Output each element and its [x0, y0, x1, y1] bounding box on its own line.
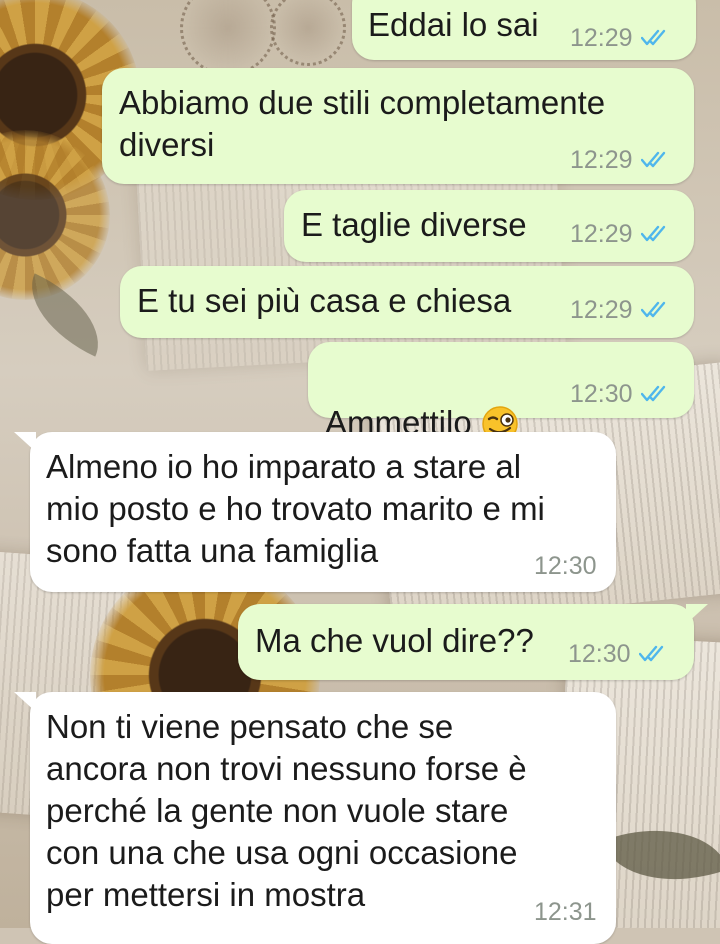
- message-meta: 12:29: [570, 24, 671, 52]
- message-meta: 12:29: [570, 220, 671, 248]
- message-time: 12:29: [570, 220, 633, 248]
- message-time: 12:30: [568, 640, 631, 668]
- incoming-message[interactable]: Non ti viene pensato che se ancora non t…: [14, 692, 616, 944]
- incoming-message[interactable]: Almeno io ho imparato a stare al mio pos…: [14, 432, 616, 592]
- message-meta: 12:29: [570, 146, 671, 174]
- outgoing-message[interactable]: Abbiamo due stili completamente diversi …: [102, 68, 694, 184]
- message-time: 12:30: [570, 380, 633, 408]
- message-meta: 12:31: [534, 898, 597, 926]
- message-meta: 12:30: [568, 640, 669, 668]
- bubble-tail: [686, 604, 708, 624]
- message-time: 12:31: [534, 898, 597, 926]
- bubble-tail: [14, 432, 36, 452]
- outgoing-message[interactable]: Ma che vuol dire?? 12:30: [238, 604, 708, 680]
- message-time: 12:30: [534, 552, 597, 580]
- outgoing-message[interactable]: E tu sei più casa e chiesa 12:29: [120, 266, 694, 338]
- chat-message-list[interactable]: Eddai lo sai 12:29 Abbiamo due stili com…: [0, 0, 720, 944]
- message-text: Abbiamo due stili completamente diversi: [119, 84, 606, 163]
- double-check-icon: [641, 151, 671, 169]
- message-text: Eddai lo sai: [368, 6, 539, 43]
- message-time: 12:29: [570, 24, 633, 52]
- message-meta: 12:29: [570, 296, 671, 324]
- double-check-icon: [641, 225, 671, 243]
- outgoing-message[interactable]: E taglie diverse 12:29: [284, 190, 694, 262]
- message-time: 12:29: [570, 146, 633, 174]
- message-time: 12:29: [570, 296, 633, 324]
- bubble-tail: [14, 692, 36, 712]
- message-text: Almeno io ho imparato a stare al mio pos…: [46, 448, 545, 569]
- message-meta: 12:30: [534, 552, 597, 580]
- double-check-icon: [641, 301, 671, 319]
- outgoing-message[interactable]: Ammettilo 12:30: [308, 342, 694, 443]
- message-meta: 12:30: [570, 380, 671, 408]
- double-check-icon: [639, 645, 669, 663]
- message-text: Ma che vuol dire??: [255, 622, 534, 659]
- message-text: E tu sei più casa e chiesa: [137, 282, 512, 319]
- message-text: E taglie diverse: [301, 206, 527, 243]
- message-text: Non ti viene pensato che se ancora non t…: [46, 708, 527, 913]
- double-check-icon: [641, 385, 671, 403]
- outgoing-message[interactable]: Eddai lo sai 12:29: [352, 0, 696, 60]
- double-check-icon: [641, 29, 671, 47]
